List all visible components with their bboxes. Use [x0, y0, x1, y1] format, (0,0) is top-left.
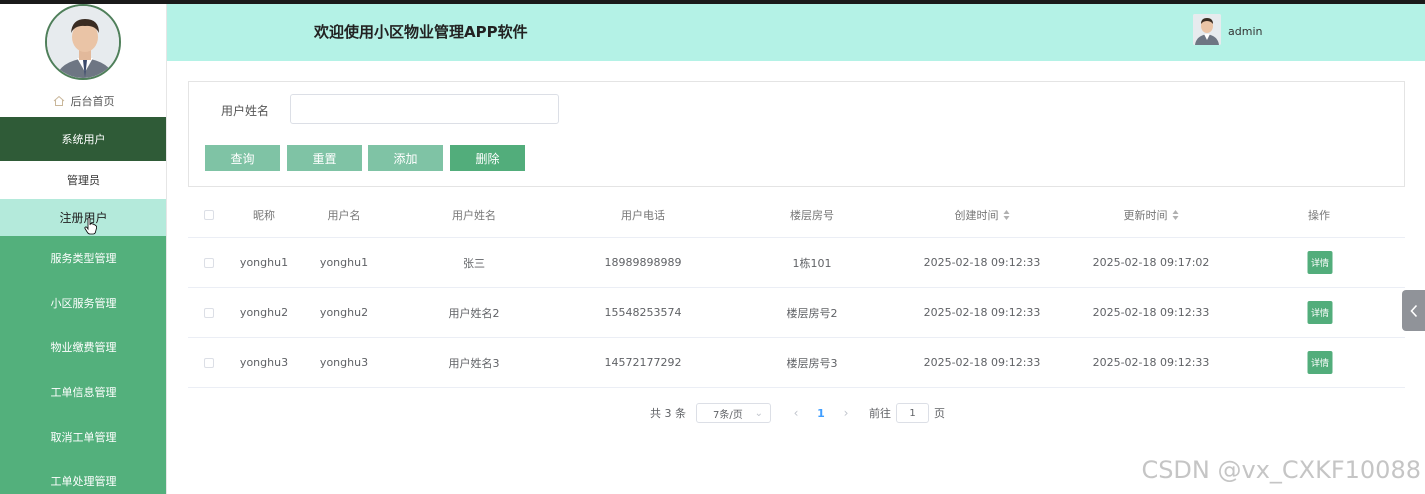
sidebar-item-work-order-handling[interactable]: 工单处理管理 [0, 459, 166, 494]
header-actions: 操作 [1308, 208, 1330, 222]
top-header: 欢迎使用小区物业管理APP软件 admin [167, 4, 1425, 61]
add-button[interactable]: 添加 [368, 145, 443, 171]
app-title: 欢迎使用小区物业管理APP软件 [314, 23, 528, 41]
prev-page-button[interactable]: ‹ [783, 406, 809, 420]
table-row: yonghu3 yonghu3 用户姓名3 14572177292 楼层房号3 … [188, 338, 1405, 388]
cell-realname: 用户姓名3 [448, 356, 500, 370]
sort-icon[interactable] [1003, 209, 1010, 220]
home-label: 后台首页 [70, 95, 115, 108]
row-checkbox[interactable] [204, 288, 214, 337]
chevron-down-icon: ⌄ [754, 407, 763, 419]
table-row: yonghu1 yonghu1 张三 18989898989 1栋101 202… [188, 238, 1405, 288]
detail-button[interactable]: 详情 [1307, 351, 1333, 374]
detail-button[interactable]: 详情 [1307, 251, 1333, 274]
cell-updated: 2025-02-18 09:12:33 [1092, 306, 1210, 319]
detail-button[interactable]: 详情 [1307, 301, 1333, 324]
pagination: 共 3 条 7条/页 ⌄ ‹ 1 › 前往 页 [650, 403, 945, 423]
select-all-checkbox[interactable] [204, 192, 214, 237]
cell-nickname: yonghu1 [239, 256, 289, 269]
cell-username: yonghu2 [319, 306, 369, 319]
sidebar-item-property-fee[interactable]: 物业缴费管理 [0, 325, 166, 370]
hand-pointer-icon [84, 217, 98, 235]
goto-label: 前往 [869, 407, 891, 420]
header-nickname: 昵称 [253, 208, 275, 222]
cell-phone: 14572177292 [604, 356, 682, 369]
header-realname: 用户姓名 [452, 208, 496, 222]
sidebar-item-work-order-info[interactable]: 工单信息管理 [0, 370, 166, 415]
search-button[interactable]: 查询 [205, 145, 280, 171]
collapse-tab[interactable] [1402, 290, 1425, 331]
cell-updated: 2025-02-18 09:12:33 [1092, 356, 1210, 369]
header-updated-label: 更新时间 [1123, 208, 1168, 222]
cell-created: 2025-02-18 09:12:33 [923, 306, 1041, 319]
cell-username: yonghu3 [319, 356, 369, 369]
page-size-value: 7条/页 [713, 409, 743, 421]
table-row: yonghu2 yonghu2 用户姓名2 15548253574 楼层房号2 … [188, 288, 1405, 338]
cell-room: 1栋101 [792, 256, 832, 270]
sidebar-item-cancel-work-order[interactable]: 取消工单管理 [0, 414, 166, 459]
users-table: 昵称 用户名 用户姓名 用户电话 楼层房号 创建时间 更新时间 操作 yongh… [188, 192, 1405, 388]
cell-actions: 详情 [1307, 338, 1333, 387]
user-name[interactable]: admin [1228, 25, 1262, 38]
row-checkbox[interactable] [204, 238, 214, 287]
user-realname-input[interactable] [290, 94, 559, 124]
cell-nickname: yonghu3 [239, 356, 289, 369]
pagination-total: 共 3 条 [650, 407, 686, 420]
user-realname-label: 用户姓名 [221, 104, 270, 118]
header-updated[interactable]: 更新时间 [1124, 192, 1179, 237]
row-checkbox[interactable] [204, 338, 214, 387]
sidebar-item-community-service[interactable]: 小区服务管理 [0, 281, 166, 326]
watermark: CSDN @vx_CXKF10088 [1141, 456, 1421, 484]
delete-button[interactable]: 删除 [450, 145, 525, 171]
chevron-left-icon [1409, 304, 1417, 317]
page-size-select[interactable]: 7条/页 ⌄ [696, 403, 771, 423]
cell-created: 2025-02-18 09:12:33 [923, 256, 1041, 269]
sidebar-group-system-users[interactable]: 系统用户 [0, 117, 166, 161]
sidebar-menu: 服务类型管理 小区服务管理 物业缴费管理 工单信息管理 取消工单管理 工单处理管… [0, 236, 166, 494]
page-number-current[interactable]: 1 [809, 407, 833, 420]
cell-room: 楼层房号2 [786, 306, 838, 320]
header-phone: 用户电话 [621, 208, 665, 222]
sidebar: 后台首页 系统用户 管理员 注册用户 服务类型管理 小区服务管理 物业缴费管理 … [0, 4, 167, 494]
reset-button[interactable]: 重置 [287, 145, 362, 171]
cell-updated: 2025-02-18 09:17:02 [1092, 256, 1210, 269]
header-room: 楼层房号 [790, 208, 834, 222]
sidebar-item-admin[interactable]: 管理员 [0, 161, 166, 199]
cell-nickname: yonghu2 [239, 306, 289, 319]
user-avatar[interactable] [1193, 14, 1221, 45]
header-created-label: 创建时间 [954, 208, 999, 222]
cell-phone: 15548253574 [604, 306, 682, 319]
cell-username: yonghu1 [319, 256, 369, 269]
cell-created: 2025-02-18 09:12:33 [923, 356, 1041, 369]
home-icon [53, 95, 64, 106]
table-header-row: 昵称 用户名 用户姓名 用户电话 楼层房号 创建时间 更新时间 操作 [188, 192, 1405, 238]
search-panel: 用户姓名 查询 重置 添加 删除 [188, 81, 1405, 187]
sidebar-home-link[interactable]: 后台首页 [0, 88, 166, 114]
cell-actions: 详情 [1307, 288, 1333, 337]
header-created[interactable]: 创建时间 [955, 192, 1010, 237]
goto-page-input[interactable] [896, 403, 929, 423]
header-username: 用户名 [327, 208, 361, 222]
cell-realname: 用户姓名2 [448, 306, 500, 320]
cell-phone: 18989898989 [604, 256, 682, 269]
page-suffix: 页 [934, 407, 945, 420]
sort-icon[interactable] [1172, 209, 1179, 220]
cell-realname: 张三 [463, 256, 485, 270]
sidebar-avatar [45, 4, 121, 80]
sidebar-item-service-type[interactable]: 服务类型管理 [0, 236, 166, 281]
next-page-button[interactable]: › [833, 406, 859, 420]
cell-room: 楼层房号3 [786, 356, 838, 370]
cell-actions: 详情 [1307, 238, 1333, 287]
